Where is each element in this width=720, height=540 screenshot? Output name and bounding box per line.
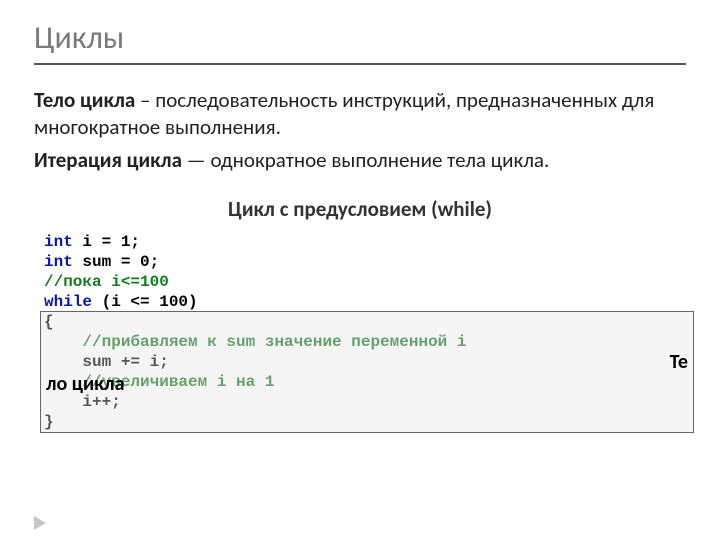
code-text: sum = 0; (73, 253, 159, 271)
keyword: int (44, 233, 73, 251)
body-label-part1: Те (670, 350, 688, 375)
code-line: int sum = 0; (44, 252, 686, 272)
definition-iteration: Итерация цикла — однократное выполнение … (34, 147, 686, 174)
code-line: int i = 1; (44, 232, 686, 252)
term-iteration-text: — однократное выполнение тела цикла. (182, 147, 549, 173)
term-iteration: Итерация цикла (34, 147, 182, 173)
code-line: while (i <= 100) (44, 292, 686, 312)
code-line: } (44, 412, 686, 432)
code-text: (i <= 100) (92, 293, 198, 311)
slide-title: Циклы (34, 18, 686, 65)
code-comment: //прибавляем к sum значение переменной i (44, 332, 686, 352)
section-heading: Цикл с предусловием (while) (34, 196, 686, 222)
code-line: i++; (44, 392, 686, 412)
code-block: int i = 1; int sum = 0; //пока i<=100 wh… (34, 232, 686, 432)
arrow-icon (34, 516, 46, 530)
keyword: int (44, 253, 73, 271)
code-line: { (44, 312, 686, 332)
term-body: Тело цикла (34, 87, 135, 113)
code-line: sum += i; (44, 352, 686, 372)
code-comment: //увеличиваем i на 1 (44, 372, 686, 392)
body-label-part2: ло цикла (46, 372, 124, 397)
keyword: while (44, 293, 92, 311)
code-text: i = 1; (73, 233, 140, 251)
definition-body: Тело цикла – последовательность инструкц… (34, 87, 686, 141)
code-comment: //пока i<=100 (44, 272, 686, 292)
